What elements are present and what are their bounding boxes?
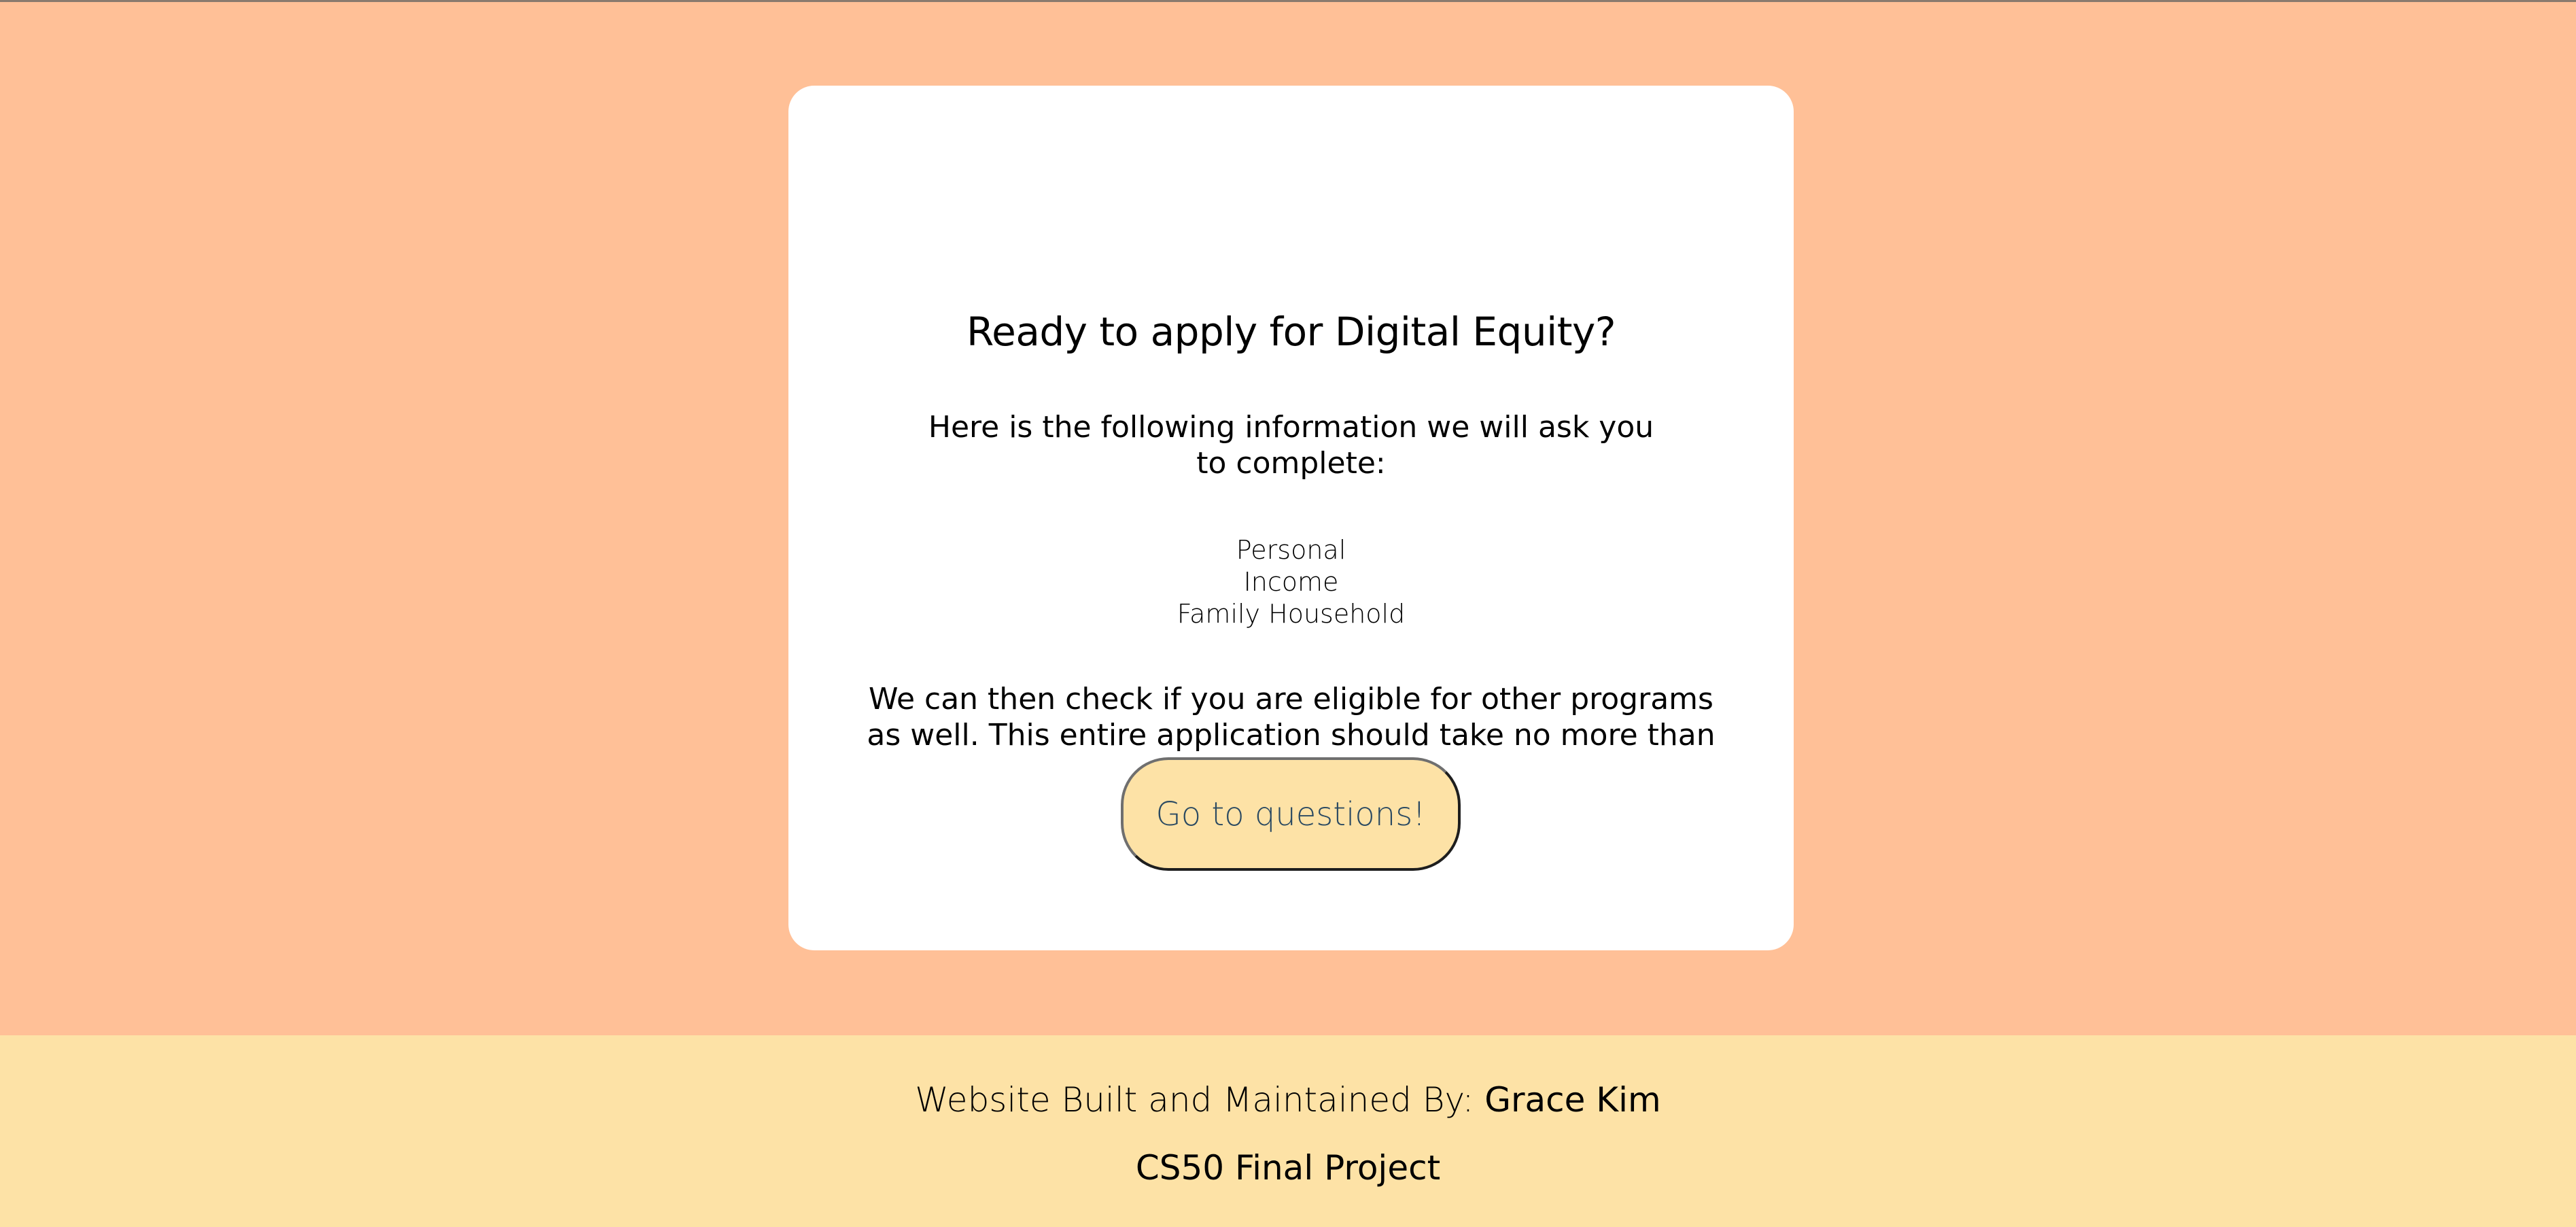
list-item: Family Household xyxy=(1177,599,1406,629)
footer: Website Built and Maintained By: Grace K… xyxy=(0,1035,2576,1227)
apply-card: Ready to apply for Digital Equity? Here … xyxy=(788,86,1794,950)
credit-prefix: Website Built and Maintained By: xyxy=(915,1080,1474,1120)
top-divider xyxy=(0,0,2576,2)
list-item: Income xyxy=(1243,567,1339,597)
intro-text: Here is the following information we wil… xyxy=(928,410,1654,481)
credit-name: Grace Kim xyxy=(1484,1080,1661,1120)
credit-line: Website Built and Maintained By: Grace K… xyxy=(0,1076,2576,1124)
info-section-list: Personal Income Family Household xyxy=(788,534,1794,630)
list-item: Personal xyxy=(1236,535,1346,565)
page-title: Ready to apply for Digital Equity? xyxy=(966,309,1616,355)
project-label: CS50 Final Project xyxy=(1135,1148,1441,1188)
go-to-questions-button[interactable]: Go to questions! xyxy=(1121,757,1461,871)
